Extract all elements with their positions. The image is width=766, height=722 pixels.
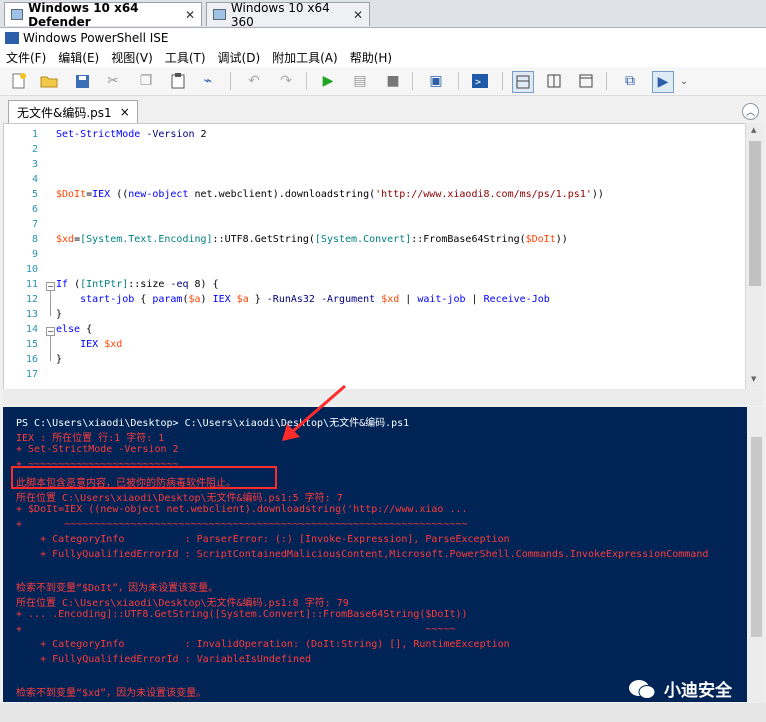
watermark-text: 小迪安全 [664,681,732,701]
annotation-arrow-icon [282,384,346,441]
wechat-icon [628,678,656,700]
watermark: 小迪安全 [628,676,732,701]
